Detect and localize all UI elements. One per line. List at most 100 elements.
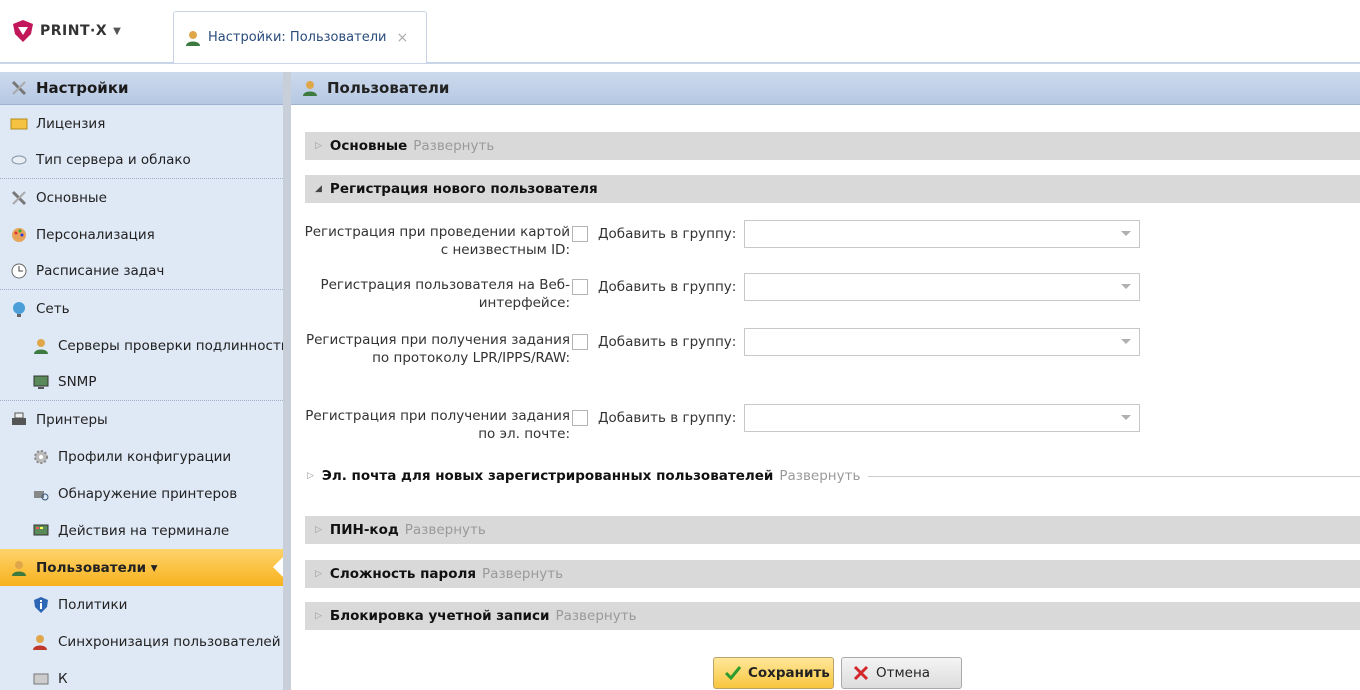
sidebar-item-task-schedule[interactable]: Расписание задач	[0, 253, 283, 290]
sidebar-item-partial[interactable]: К	[0, 660, 283, 690]
shield-logo-icon	[13, 20, 33, 42]
cancel-button[interactable]: Отмена	[841, 657, 962, 689]
add-to-group-label: Добавить в группу:	[598, 410, 737, 426]
expand-arrow-icon: ▷	[307, 471, 314, 481]
user-icon	[12, 560, 26, 576]
registration-label: Регистрация при получения задания по про…	[305, 332, 570, 366]
sidebar-item-server-type[interactable]: Тип сервера и облако	[0, 142, 283, 179]
sidebar-item-printer-discovery[interactable]: Обнаружение принтеров	[0, 475, 283, 512]
tools-icon	[11, 80, 27, 96]
close-icon[interactable]: ×	[396, 30, 408, 46]
chevron-down-icon	[1121, 339, 1131, 349]
expand-link[interactable]: Развернуть	[779, 468, 860, 484]
group-select[interactable]	[744, 273, 1140, 301]
user-icon	[186, 30, 200, 46]
registration-checkbox[interactable]	[572, 334, 588, 350]
sidebar-item-general[interactable]: Основные	[0, 179, 283, 216]
chevron-down-icon: ▼	[113, 25, 122, 37]
sidebar-item-label: К	[58, 670, 68, 687]
app-logo-menu[interactable]: PRINT·X ▼	[10, 18, 121, 44]
sidebar-item-network[interactable]: Сеть	[0, 290, 283, 327]
sidebar-item-label: Действия на терминале	[58, 522, 230, 539]
sidebar-item-label: Принтеры	[36, 411, 108, 428]
card-icon	[33, 673, 49, 684]
save-button[interactable]: Сохранить	[713, 657, 834, 689]
add-to-group-label: Добавить в группу:	[598, 334, 737, 350]
globe-icon	[13, 301, 25, 317]
clock-icon	[11, 263, 27, 279]
section-title: Основные	[329, 138, 408, 154]
main-header: Пользователи	[291, 72, 1360, 105]
printer-search-icon	[34, 490, 49, 500]
top-bar: PRINT·X ▼ Настройки: Пользователи ×	[0, 0, 1360, 64]
sidebar-item-terminal-actions[interactable]: Действия на терминале	[0, 512, 283, 549]
sidebar-item-auth-servers[interactable]: Серверы проверки подлинности	[0, 327, 283, 364]
group-select[interactable]	[744, 220, 1140, 248]
sidebar-title: Настройки	[36, 79, 129, 97]
sidebar-item-personalization[interactable]: Персонализация	[0, 216, 283, 253]
main-panel: Пользователи ▷ Основные Развернуть ◢ Рег…	[291, 72, 1360, 690]
registration-checkbox[interactable]	[572, 279, 588, 295]
sidebar-item-user-sync[interactable]: Синхронизация пользователей	[0, 623, 283, 660]
sidebar-item-label: Пользователи ▾	[36, 559, 158, 576]
section-title: Регистрация нового пользователя	[329, 181, 598, 197]
sidebar-item-label: Синхронизация пользователей	[58, 633, 281, 650]
chevron-down-icon	[1121, 231, 1131, 241]
group-select[interactable]	[744, 404, 1140, 432]
sidebar-item-label: Лицензия	[36, 115, 106, 132]
save-button-label: Сохранить	[748, 665, 830, 681]
expand-arrow-icon: ▷	[315, 569, 322, 579]
registration-checkbox[interactable]	[572, 226, 588, 242]
section-title: ПИН-код	[329, 522, 399, 538]
sidebar-item-label: Тип сервера и облако	[36, 152, 191, 168]
sidebar-item-label: Расписание задач	[36, 263, 165, 279]
sidebar-item-label: Обнаружение принтеров	[58, 485, 238, 502]
shield-info-icon	[34, 596, 48, 613]
sidebar-item-users[interactable]: Пользователи ▾	[0, 549, 283, 586]
expand-link[interactable]: Развернуть	[405, 522, 486, 538]
registration-label: Регистрация пользователя на Веб-интерфей…	[320, 277, 570, 311]
registration-label: Регистрация при получении задания по эл.…	[305, 408, 570, 442]
user-sync-icon	[33, 634, 47, 650]
sidebar-item-config-profiles[interactable]: Профили конфигурации	[0, 438, 283, 475]
section-new-user-email[interactable]: ▷ Эл. почта для новых зарегистрированных…	[297, 462, 1360, 490]
sidebar-item-label: SNMP	[58, 374, 97, 390]
printer-icon	[12, 412, 26, 425]
cloud-icon	[11, 155, 27, 165]
expand-link[interactable]: Развернуть	[555, 608, 636, 624]
settings-sidebar: Настройки Лицензия Тип сервера и облако …	[0, 72, 283, 690]
section-account-lockout[interactable]: ▷ Блокировка учетной записи Развернуть	[305, 602, 1360, 630]
sidebar-item-printers[interactable]: Принтеры	[0, 401, 283, 438]
close-icon	[853, 665, 869, 681]
sidebar-item-snmp[interactable]: SNMP	[0, 364, 283, 401]
sidebar-item-label: Серверы проверки подлинности	[58, 337, 283, 354]
section-password-complexity[interactable]: ▷ Сложность пароля Развернуть	[305, 560, 1360, 588]
user-icon	[34, 338, 48, 354]
expand-link[interactable]: Развернуть	[413, 138, 494, 154]
expand-link[interactable]: Развернуть	[482, 566, 563, 582]
sidebar-item-label: Основные	[36, 189, 107, 206]
tools-icon	[11, 190, 27, 205]
logo-text: PRINT·X	[40, 23, 108, 39]
sidebar-item-label: Профили конфигурации	[58, 448, 232, 465]
registration-checkbox[interactable]	[572, 410, 588, 426]
section-new-user-registration[interactable]: ◢ Регистрация нового пользователя	[305, 175, 1360, 203]
sidebar-item-policies[interactable]: Политики	[0, 586, 283, 623]
terminal-icon	[33, 524, 49, 535]
expand-arrow-icon: ▷	[315, 525, 322, 535]
cancel-button-label: Отмена	[876, 665, 931, 681]
gear-icon	[34, 449, 48, 464]
chevron-down-icon	[1121, 415, 1131, 425]
tab-settings-users[interactable]: Настройки: Пользователи ×	[173, 11, 427, 63]
sidebar-splitter[interactable]	[283, 72, 291, 690]
group-select[interactable]	[744, 328, 1140, 356]
add-to-group-label: Добавить в группу:	[598, 279, 737, 295]
sidebar-item-license[interactable]: Лицензия	[0, 105, 283, 142]
section-pin-code[interactable]: ▷ ПИН-код Развернуть	[305, 516, 1360, 544]
section-general[interactable]: ▷ Основные Развернуть	[305, 132, 1360, 160]
monitor-icon	[33, 375, 49, 389]
section-title: Эл. почта для новых зарегистрированных п…	[321, 468, 774, 484]
checkmark-icon	[724, 666, 742, 681]
section-divider	[868, 475, 1360, 477]
sidebar-item-label: Сеть	[36, 300, 70, 317]
